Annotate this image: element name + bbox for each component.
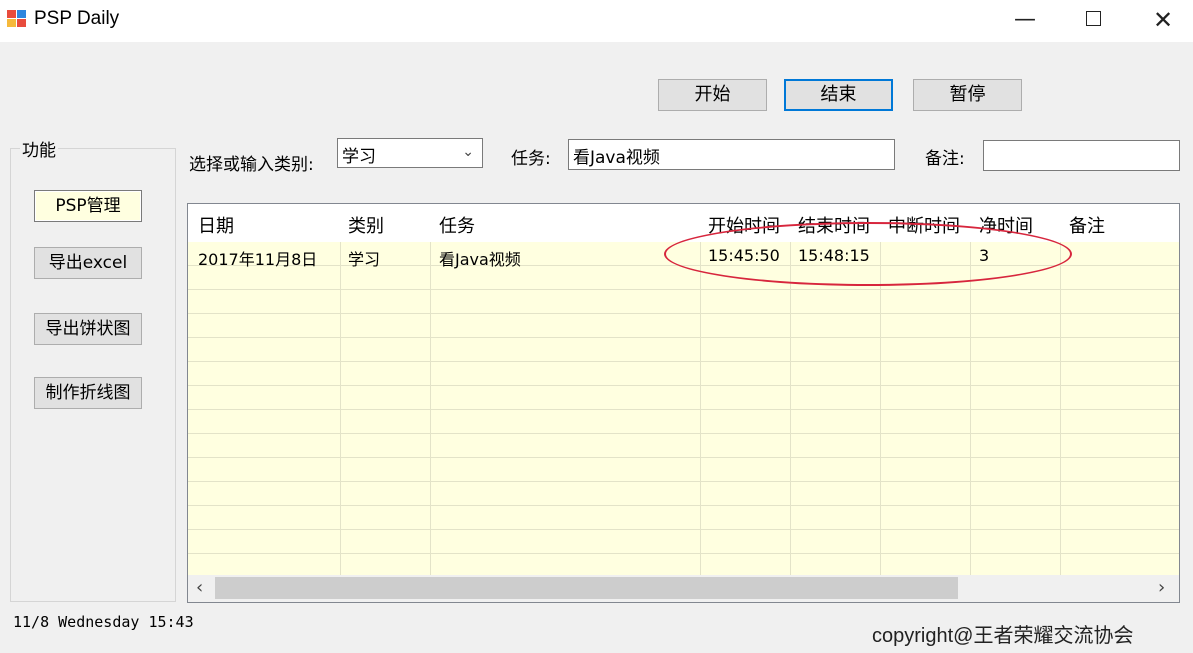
psp-manage-button[interactable]: PSP管理 <box>34 190 142 222</box>
grid-body[interactable] <box>188 242 1179 602</box>
maximize-icon <box>1085 11 1101 26</box>
copyright-text: copyright@王者荣耀交流协会 <box>872 625 1134 647</box>
column-divider <box>970 242 971 602</box>
column-divider <box>430 242 431 602</box>
task-input[interactable]: 看Java视频 <box>568 139 895 170</box>
column-header-task[interactable]: 任务 <box>439 212 475 238</box>
task-label: 任务: <box>511 149 551 169</box>
scrollbar-thumb[interactable] <box>215 577 958 599</box>
column-header-note[interactable]: 备注 <box>1069 212 1105 238</box>
column-header-category[interactable]: 类别 <box>348 212 384 238</box>
status-datetime: 11/8 Wednesday 15:43 <box>13 613 194 631</box>
close-button[interactable]: ✕ <box>1128 0 1193 40</box>
column-divider <box>1060 242 1061 602</box>
category-select[interactable]: 学习 ⌄ <box>337 138 483 168</box>
cell-date[interactable]: 2017年11月8日 <box>198 246 317 270</box>
note-input[interactable] <box>983 140 1180 171</box>
scroll-right-icon[interactable]: › <box>1158 577 1165 598</box>
horizontal-scrollbar[interactable]: ‹ › <box>188 575 1179 602</box>
minimize-button[interactable]: — <box>990 0 1060 40</box>
annotation-ellipse <box>664 222 1072 286</box>
category-label: 选择或输入类别: <box>189 155 314 175</box>
pause-button[interactable]: 暂停 <box>913 79 1022 111</box>
export-excel-button[interactable]: 导出excel <box>34 247 142 279</box>
end-button[interactable]: 结束 <box>784 79 893 111</box>
chevron-down-icon[interactable]: ⌄ <box>462 144 474 160</box>
column-divider <box>340 242 341 602</box>
cell-category[interactable]: 学习 <box>348 246 380 270</box>
window-title: PSP Daily <box>34 8 120 29</box>
cell-task[interactable]: 看Java视频 <box>439 246 521 270</box>
column-divider <box>700 242 701 602</box>
start-button[interactable]: 开始 <box>658 79 767 111</box>
maximize-button[interactable] <box>1058 0 1128 40</box>
make-line-chart-button[interactable]: 制作折线图 <box>34 377 142 409</box>
scroll-left-icon[interactable]: ‹ <box>196 577 203 598</box>
export-pie-chart-button[interactable]: 导出饼状图 <box>34 313 142 345</box>
app-icon <box>7 10 27 28</box>
function-group-label: 功能 <box>20 136 58 161</box>
column-divider <box>790 242 791 602</box>
note-label: 备注: <box>925 149 965 169</box>
title-bar: PSP Daily — ✕ <box>0 0 1193 42</box>
column-header-date[interactable]: 日期 <box>198 212 234 238</box>
column-divider <box>880 242 881 602</box>
category-value: 学习 <box>342 147 376 167</box>
